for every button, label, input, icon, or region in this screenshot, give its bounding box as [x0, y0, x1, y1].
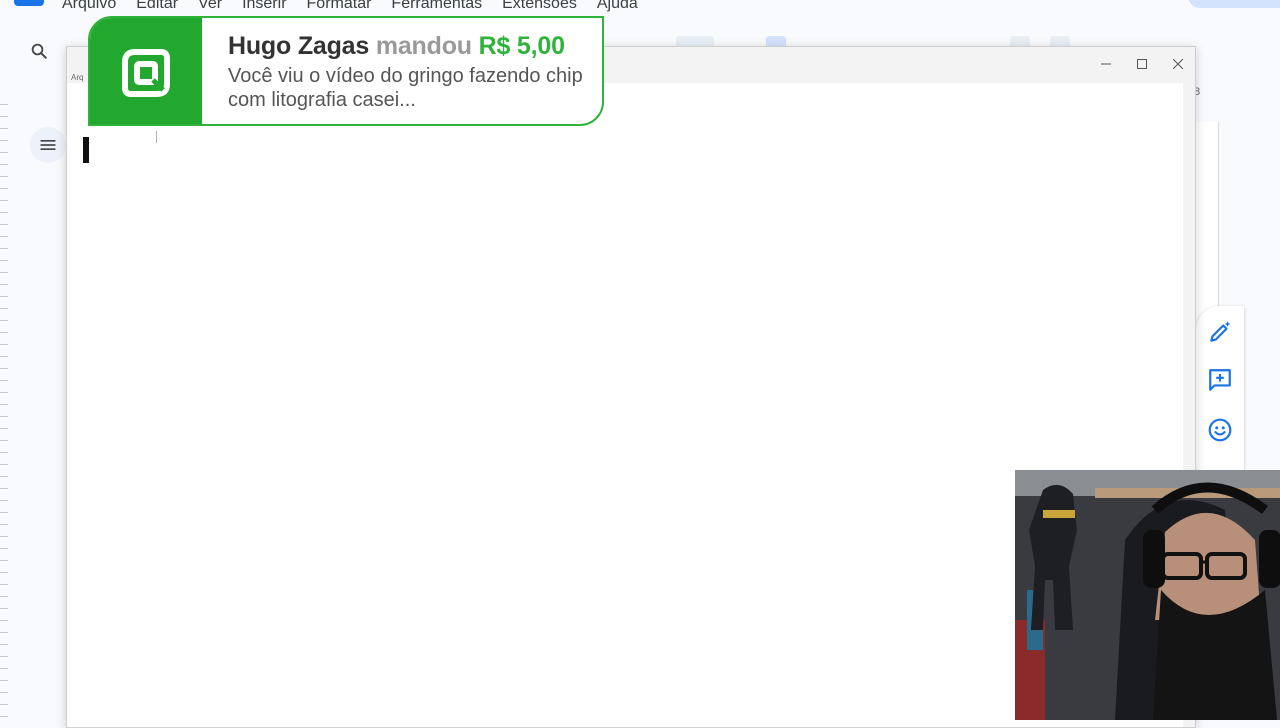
donation-alert: Hugo Zagas mandou R$ 5,00 Você viu o víd…	[88, 16, 604, 126]
ruler-number: 8	[1194, 86, 1201, 98]
add-emoji-button[interactable]	[1206, 416, 1234, 444]
docs-logo[interactable]	[14, 0, 44, 6]
menu-extensoes[interactable]: Extensões	[502, 0, 577, 15]
text-cursor	[156, 131, 157, 143]
search-button[interactable]	[26, 38, 52, 64]
close-button[interactable]	[1165, 53, 1191, 75]
donation-logo	[90, 18, 202, 124]
window-content[interactable]	[67, 83, 1181, 727]
menu-editar[interactable]: Editar	[136, 0, 178, 15]
menu-ajuda[interactable]: Ajuda	[597, 0, 638, 15]
emoji-icon	[1208, 418, 1232, 442]
menu-formatar[interactable]: Formatar	[307, 0, 372, 15]
donation-amount: R$ 5,00	[478, 32, 565, 60]
maximize-icon	[1137, 59, 1147, 69]
share-button[interactable]	[1188, 0, 1280, 8]
menu-bar: Arquivo Editar Ver Inserir Formatar Ferr…	[62, 0, 638, 15]
donor-name: Hugo Zagas	[228, 32, 370, 60]
menu-ver[interactable]: Ver	[198, 0, 222, 15]
window-title: Arq	[71, 73, 84, 82]
donation-verb: mandou	[375, 32, 472, 60]
maximize-button[interactable]	[1129, 53, 1155, 75]
menu-ferramentas[interactable]: Ferramentas	[391, 0, 482, 15]
webcam-feed	[1015, 470, 1280, 720]
add-comment-button[interactable]	[1206, 366, 1234, 394]
menu-arquivo[interactable]: Arquivo	[62, 0, 116, 15]
donation-message: Você viu o vídeo do gringo fazendo chip …	[228, 65, 583, 111]
livepix-logo-icon	[122, 49, 170, 97]
minimize-button[interactable]	[1093, 53, 1119, 75]
webcam-overlay	[1015, 470, 1280, 720]
vertical-ruler	[0, 104, 8, 720]
document-outline-button[interactable]	[30, 127, 66, 163]
side-action-rail	[1196, 306, 1244, 486]
edit-suggest-button[interactable]	[1206, 318, 1234, 346]
search-icon	[31, 43, 47, 59]
list-icon	[40, 140, 56, 150]
donation-headline: Hugo Zagas mandou R$ 5,00	[228, 32, 565, 61]
add-comment-icon	[1209, 369, 1231, 391]
menu-inserir[interactable]: Inserir	[242, 0, 286, 15]
close-icon	[1173, 59, 1183, 69]
minimize-icon	[1101, 63, 1111, 65]
edit-sparkle-icon	[1210, 321, 1231, 342]
document-heading-fragment	[83, 137, 89, 163]
